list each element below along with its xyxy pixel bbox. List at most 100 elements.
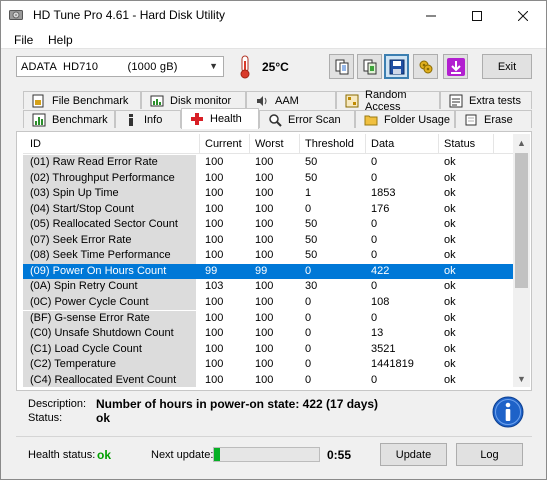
cell-data: 1441819 <box>371 358 414 371</box>
scrollbar-thumb[interactable] <box>515 153 528 288</box>
cell-status: ok <box>444 202 456 215</box>
cell-current: 100 <box>205 249 224 262</box>
table-row[interactable]: (C1) Load Cycle Count 100 100 0 3521 ok <box>23 341 513 358</box>
cell-worst: 100 <box>255 218 274 231</box>
cell-id: (0A) Spin Retry Count <box>23 279 196 295</box>
cell-status: ok <box>444 264 456 277</box>
column-header-worst[interactable]: Worst <box>255 138 284 150</box>
exit-button[interactable]: Exit <box>482 54 532 79</box>
scroll-down-icon[interactable]: ▼ <box>513 370 530 387</box>
menu-file[interactable]: File <box>14 33 33 47</box>
table-row[interactable]: (08) Seek Time Performance 100 100 50 0 ok <box>23 248 513 264</box>
options-button[interactable] <box>413 54 438 79</box>
log-button[interactable]: Log <box>456 443 523 466</box>
tab-error-scan[interactable]: Error Scan <box>259 110 355 128</box>
cell-id: (09) Power On Hours Count <box>23 263 196 280</box>
table-row[interactable]: (03) Spin Up Time 100 100 1 1853 ok <box>23 186 513 202</box>
close-button[interactable] <box>500 1 546 30</box>
table-row[interactable]: (07) Seek Error Rate 100 100 50 0 ok <box>23 232 513 249</box>
tab-random-access[interactable]: Random Access <box>336 89 440 113</box>
tab-folder-usage[interactable]: Folder Usage <box>355 110 455 128</box>
cell-data: 1853 <box>371 187 396 200</box>
column-header-status[interactable]: Status <box>444 138 475 150</box>
table-row[interactable]: (09) Power On Hours Count 99 99 0 422 ok <box>23 263 513 280</box>
cell-status: ok <box>444 373 456 386</box>
copy-info-button[interactable] <box>329 54 354 79</box>
cell-status: ok <box>444 311 456 324</box>
cell-data: 0 <box>371 156 378 168</box>
tab-file-benchmark[interactable]: File Benchmark <box>23 91 141 109</box>
column-header-data[interactable]: Data <box>371 138 394 150</box>
tab-info[interactable]: Info <box>115 110 181 128</box>
table-row[interactable]: (C2) Temperature 100 100 0 1441819 ok <box>23 357 513 373</box>
cell-worst: 100 <box>255 342 274 355</box>
smart-attributes-table[interactable]: ID Current Worst Threshold Data Status (… <box>23 134 513 387</box>
cell-current: 100 <box>205 156 224 168</box>
cell-current: 100 <box>205 202 224 215</box>
info-icon[interactable] <box>492 396 524 428</box>
menu-help[interactable]: Help <box>48 33 73 47</box>
tab-erase[interactable]: Erase <box>455 110 532 128</box>
tab-disk-monitor[interactable]: Disk monitor <box>141 91 246 109</box>
tab-label: Random Access <box>365 88 407 113</box>
cell-id: (03) Spin Up Time <box>23 186 196 202</box>
cell-current: 100 <box>205 171 224 184</box>
column-header-threshold[interactable]: Threshold <box>305 138 354 150</box>
cell-status: ok <box>444 327 456 340</box>
column-header-id[interactable]: ID <box>30 138 41 150</box>
cell-current: 100 <box>205 311 224 324</box>
cell-status: ok <box>444 295 456 308</box>
cell-worst: 100 <box>255 373 274 386</box>
table-row[interactable]: (0A) Spin Retry Count 103 100 30 0 ok <box>23 279 513 295</box>
download-button[interactable] <box>443 54 468 79</box>
temperature-value: 25°C <box>262 60 289 74</box>
minimize-button[interactable] <box>408 1 454 30</box>
table-row[interactable]: (C4) Reallocated Event Count 100 100 0 0 ok <box>23 372 513 387</box>
tab-extra-tests[interactable]: Extra tests <box>440 91 532 109</box>
table-row[interactable]: (BF) G-sense Error Rate 100 100 0 0 ok <box>23 310 513 326</box>
cell-worst: 100 <box>255 280 274 293</box>
extra-tests-icon <box>449 94 463 107</box>
table-row[interactable]: (01) Raw Read Error Rate 100 100 50 0 ok <box>23 155 513 171</box>
tab-label: Extra tests <box>469 94 521 107</box>
cell-threshold: 50 <box>305 218 318 231</box>
cell-id: (04) Start/Stop Count <box>23 201 196 218</box>
tab-label: Disk monitor <box>170 94 232 107</box>
benchmark-icon <box>32 113 46 126</box>
table-row[interactable]: (C0) Unsafe Shutdown Count 100 100 0 13 ok <box>23 326 513 342</box>
status-label: Status: <box>28 412 63 424</box>
cell-data: 0 <box>371 280 378 293</box>
copy-info-icon <box>335 59 348 74</box>
table-row[interactable]: (0C) Power Cycle Count 100 100 0 108 ok <box>23 294 513 311</box>
cell-data: 108 <box>371 295 390 308</box>
cell-threshold: 0 <box>305 327 312 340</box>
health-cross-icon <box>191 113 203 125</box>
random-access-icon <box>345 94 359 107</box>
tab-label: Benchmark <box>52 113 108 126</box>
cell-data: 0 <box>371 233 378 246</box>
cell-worst: 100 <box>255 187 274 200</box>
drive-select[interactable]: ADATA HD710 (1000 gB) ▼ <box>16 56 224 77</box>
tab-label: Info <box>144 113 163 126</box>
table-row[interactable]: (04) Start/Stop Count 100 100 0 176 ok <box>23 201 513 218</box>
info-tab-icon <box>129 113 133 126</box>
table-row[interactable]: (02) Throughput Performance 100 100 50 0 ok <box>23 170 513 187</box>
save-button[interactable] <box>384 54 409 79</box>
table-row[interactable]: (05) Reallocated Sector Count 100 100 50 0 ok <box>23 217 513 233</box>
cell-worst: 100 <box>255 358 274 371</box>
update-button[interactable]: Update <box>380 443 447 466</box>
tab-health[interactable]: Health <box>181 108 259 129</box>
tab-label: File Benchmark <box>52 94 129 107</box>
disk-monitor-icon <box>150 95 164 106</box>
chevron-down-icon: ▼ <box>209 61 218 71</box>
table-scrollbar[interactable]: ▲ ▼ <box>513 134 530 387</box>
tab-aam[interactable]: AAM <box>246 91 336 109</box>
maximize-button[interactable] <box>454 1 500 30</box>
erase-icon <box>465 114 477 125</box>
scroll-up-icon[interactable]: ▲ <box>513 134 530 151</box>
cell-worst: 100 <box>255 327 274 340</box>
copy-screenshot-button[interactable] <box>357 54 382 79</box>
cell-worst: 100 <box>255 295 274 308</box>
column-header-current[interactable]: Current <box>205 138 242 150</box>
tab-benchmark[interactable]: Benchmark <box>23 110 115 128</box>
